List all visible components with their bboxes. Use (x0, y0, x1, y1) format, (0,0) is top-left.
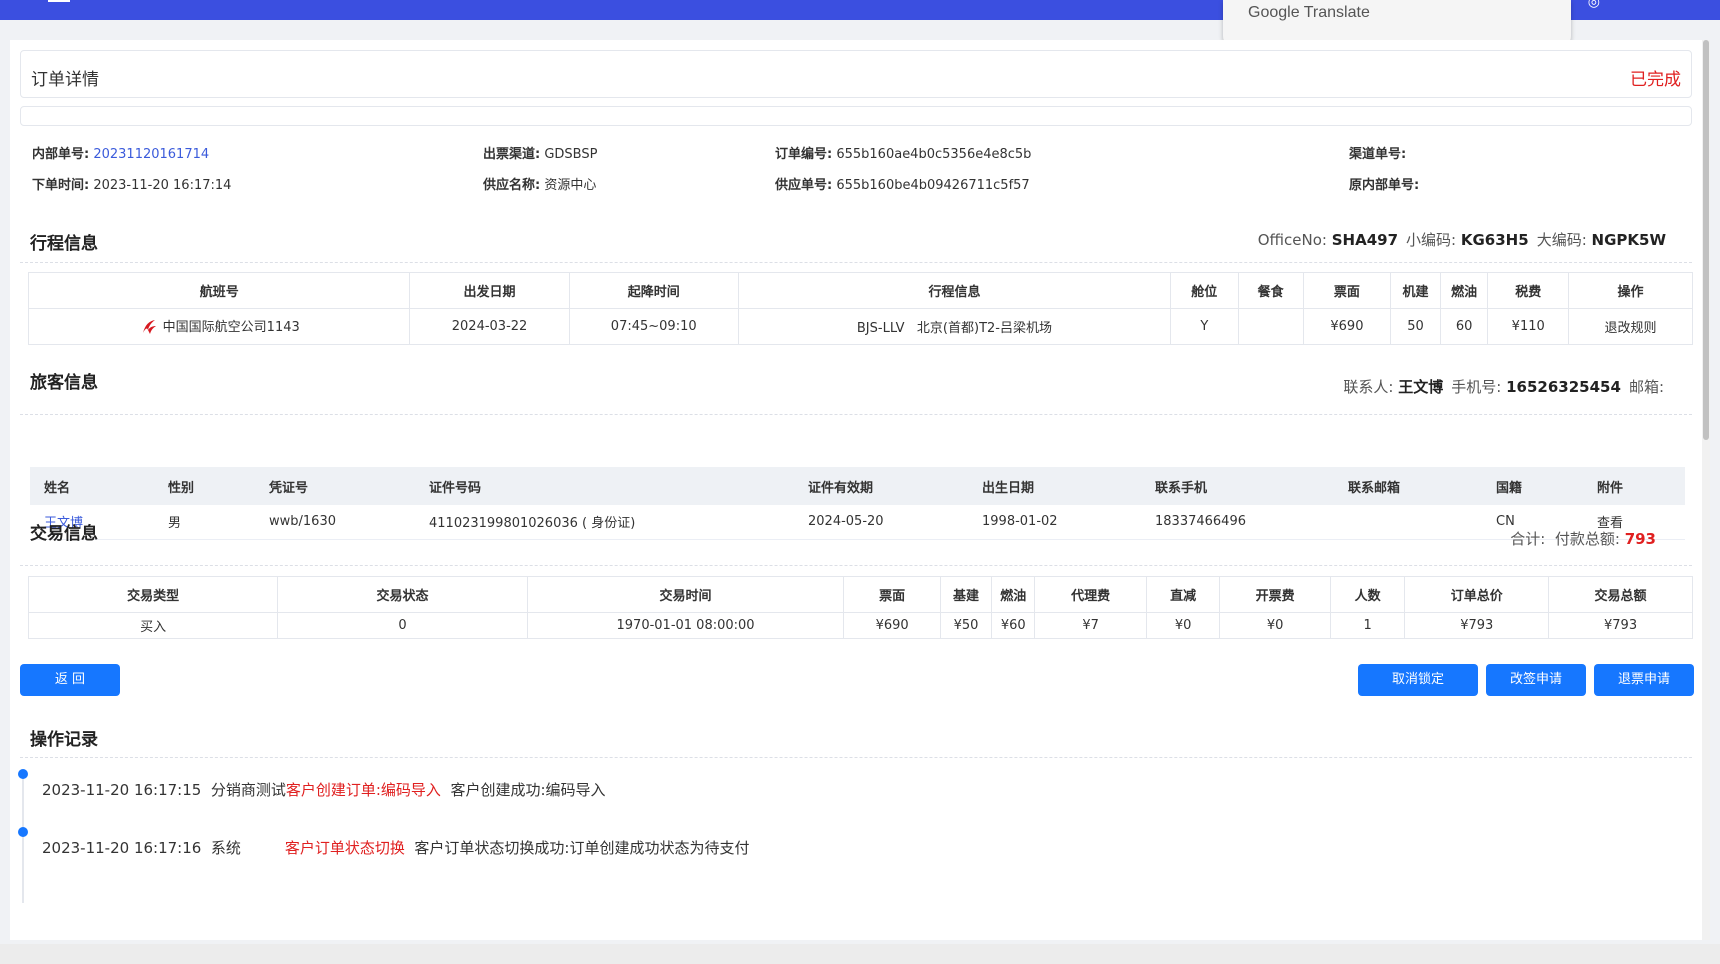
order-no-field: 订单编号: 655b160ae4b0c5356e4e8c5b (775, 147, 1032, 162)
vertical-scrollbar[interactable] (1702, 40, 1710, 940)
itinerary-section-title: 行程信息 (30, 234, 98, 254)
air-china-logo-icon (142, 320, 156, 335)
scrollbar-thumb[interactable] (1703, 40, 1709, 440)
passenger-table: 姓名 性别 凭证号 证件号码 证件有效期 出生日期 联系手机 联系邮箱 国籍 附件 王文博 男 w… (30, 467, 1685, 540)
log-timeline (22, 773, 24, 903)
progress-bar-placeholder (20, 106, 1692, 126)
refund-request-button[interactable]: 退票申请 (1594, 664, 1694, 696)
order-status-badge: 已完成 (1630, 70, 1681, 90)
change-request-button[interactable]: 改签申请 (1486, 664, 1586, 696)
internal-no-link[interactable]: 20231120161714 (93, 147, 209, 162)
order-header: 订单详情 已完成 (20, 50, 1692, 98)
chrome-extension-icon[interactable]: ◎ (1588, 0, 1600, 10)
orig-internal-no-field: 原内部单号: (1349, 178, 1420, 193)
itinerary-table: 航班号 出发日期 起降时间 行程信息 舱位 餐食 票面 机建 燃油 税费 操作 中国国际航空公司11… (27, 272, 1693, 345)
contact-info: 联系人: 王文博 手机号: 16526325454 邮箱: (1343, 378, 1664, 396)
supply-no-field: 供应单号: 655b160be4b09426711c5f57 (775, 178, 1030, 193)
ticket-channel-field: 出票渠道: GDSBSP (483, 147, 598, 162)
log-entry: 2023-11-20 16:17:16 系统 客户订单状态切换 客户订单状态切换成… (42, 839, 750, 857)
order-detail-card: 订单详情 已完成 内部单号: 20231120161714 出票渠道: GDSB… (10, 40, 1702, 940)
log-entry: 2023-11-20 16:17:15 分销商测试客户创建订单:编码导入 客户创… (42, 781, 606, 799)
menu-icon[interactable] (48, 0, 70, 2)
pay-total-value: 793 (1624, 530, 1656, 548)
bottom-strip (0, 944, 1720, 964)
payment-total: 合计: 付款总额: 793 (1510, 530, 1656, 548)
supplier-field: 供应名称: 资源中心 (483, 178, 597, 193)
table-row: 王文博 男 wwb/1630 411023199801026036 ( 身份证)… (30, 505, 1685, 540)
table-row: 买入 0 1970-01-01 08:00:00 ¥690 ¥50 ¥60 ¥7… (27, 612, 1693, 639)
google-translate-label: Google Translate (1248, 4, 1370, 21)
transaction-section-title: 交易信息 (30, 524, 98, 544)
refund-rules-link[interactable]: 退改规则 (1568, 308, 1693, 345)
order-time-field: 下单时间: 2023-11-20 16:17:14 (32, 178, 232, 193)
channel-no-field: 渠道单号: (1349, 147, 1407, 162)
transaction-table: 交易类型 交易状态 交易时间 票面 基建 燃油 代理费 直减 开票费 人数 订单总价 交易总额 买入 … (27, 576, 1693, 639)
table-row: 中国国际航空公司1143 2024-03-22 07:45~09:10 BJS-… (27, 308, 1693, 345)
cancel-lock-button[interactable]: 取消锁定 (1358, 664, 1478, 696)
page-title: 订单详情 (31, 70, 99, 90)
passenger-section-title: 旅客信息 (30, 373, 98, 393)
back-button[interactable]: 返 回 (20, 664, 120, 696)
log-section-title: 操作记录 (30, 730, 98, 750)
pnr-codes: OfficeNo: SHA497 小编码: KG63H5 大编码: NGPK5W (1257, 231, 1666, 249)
internal-no-field: 内部单号: 20231120161714 (32, 147, 210, 162)
timeline-dot (18, 769, 28, 779)
timeline-dot (18, 827, 28, 837)
